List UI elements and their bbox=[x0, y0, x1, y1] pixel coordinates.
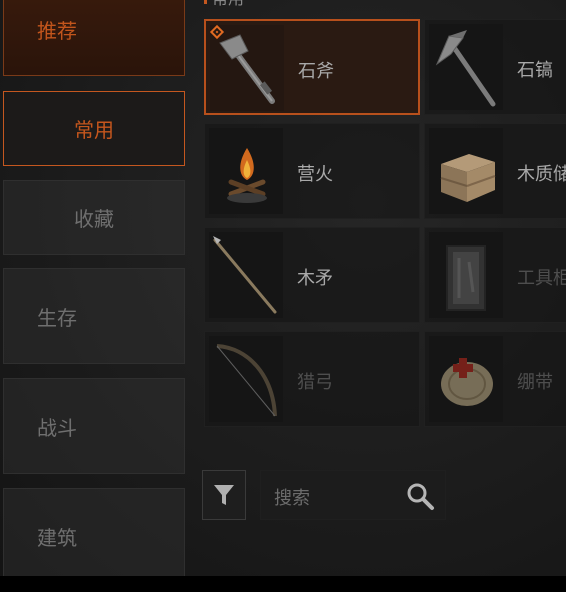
item-thumb bbox=[429, 336, 503, 422]
item-name: 木矛 bbox=[297, 268, 333, 289]
stone-axe-icon bbox=[219, 34, 275, 104]
campfire-icon bbox=[227, 148, 267, 203]
item-campfire[interactable]: 营火 bbox=[204, 123, 420, 219]
category-label: 战斗 bbox=[37, 415, 77, 440]
tool-cabinet-icon bbox=[446, 245, 486, 311]
funnel-icon bbox=[214, 485, 234, 505]
category-label: 推荐 bbox=[37, 18, 77, 43]
search-input[interactable]: 搜索 bbox=[260, 470, 446, 520]
stone-pickaxe-icon bbox=[435, 30, 496, 107]
bottom-bar bbox=[0, 576, 566, 592]
item-wooden-storage[interactable]: 木质储 bbox=[424, 123, 566, 219]
item-tool-cabinet[interactable]: 工具柜 bbox=[424, 227, 566, 323]
hunting-bow-icon bbox=[216, 344, 277, 417]
item-bandage[interactable]: 绷带 bbox=[424, 331, 566, 427]
item-wooden-spear[interactable]: 木矛 bbox=[204, 227, 420, 323]
search-icon bbox=[407, 483, 434, 510]
category-label: 建筑 bbox=[37, 525, 77, 550]
category-label: 收藏 bbox=[74, 207, 114, 231]
item-thumb bbox=[429, 128, 503, 214]
item-stone-axe[interactable]: 石斧 bbox=[204, 19, 420, 115]
category-building[interactable]: 建筑 bbox=[3, 488, 185, 576]
item-thumb bbox=[429, 24, 503, 110]
category-label: 常用 bbox=[74, 118, 114, 142]
search-placeholder: 搜索 bbox=[274, 488, 310, 509]
item-hunting-bow[interactable]: 猎弓 bbox=[204, 331, 420, 427]
item-thumb bbox=[429, 232, 503, 318]
category-combat[interactable]: 战斗 bbox=[3, 378, 185, 474]
wooden-crate-icon bbox=[440, 154, 496, 202]
category-common[interactable]: 常用 bbox=[3, 91, 185, 166]
item-name: 工具柜 bbox=[517, 268, 566, 289]
item-name: 石镐 bbox=[517, 60, 553, 81]
item-name: 绷带 bbox=[517, 372, 553, 393]
item-name: 猎弓 bbox=[297, 372, 333, 393]
item-thumb bbox=[209, 232, 283, 318]
crafting-panel: 推荐 常用 收藏 生存 战斗 建筑 常用 石斧 bbox=[0, 0, 566, 576]
category-recommended[interactable]: 推荐 bbox=[3, 0, 185, 76]
filter-button[interactable] bbox=[202, 470, 246, 520]
section-title: 常用 bbox=[204, 0, 244, 7]
item-name: 石斧 bbox=[298, 61, 334, 82]
item-name: 木质储 bbox=[517, 164, 566, 185]
wooden-spear-icon bbox=[213, 236, 277, 314]
item-thumb bbox=[209, 336, 283, 422]
item-thumb bbox=[209, 128, 283, 214]
category-favorites[interactable]: 收藏 bbox=[3, 180, 185, 255]
item-name: 营火 bbox=[297, 164, 333, 185]
item-thumb bbox=[210, 25, 284, 111]
category-survival[interactable]: 生存 bbox=[3, 268, 185, 364]
item-stone-pickaxe[interactable]: 石镐 bbox=[424, 19, 566, 115]
bandage-icon bbox=[441, 358, 493, 406]
category-label: 生存 bbox=[37, 305, 77, 330]
